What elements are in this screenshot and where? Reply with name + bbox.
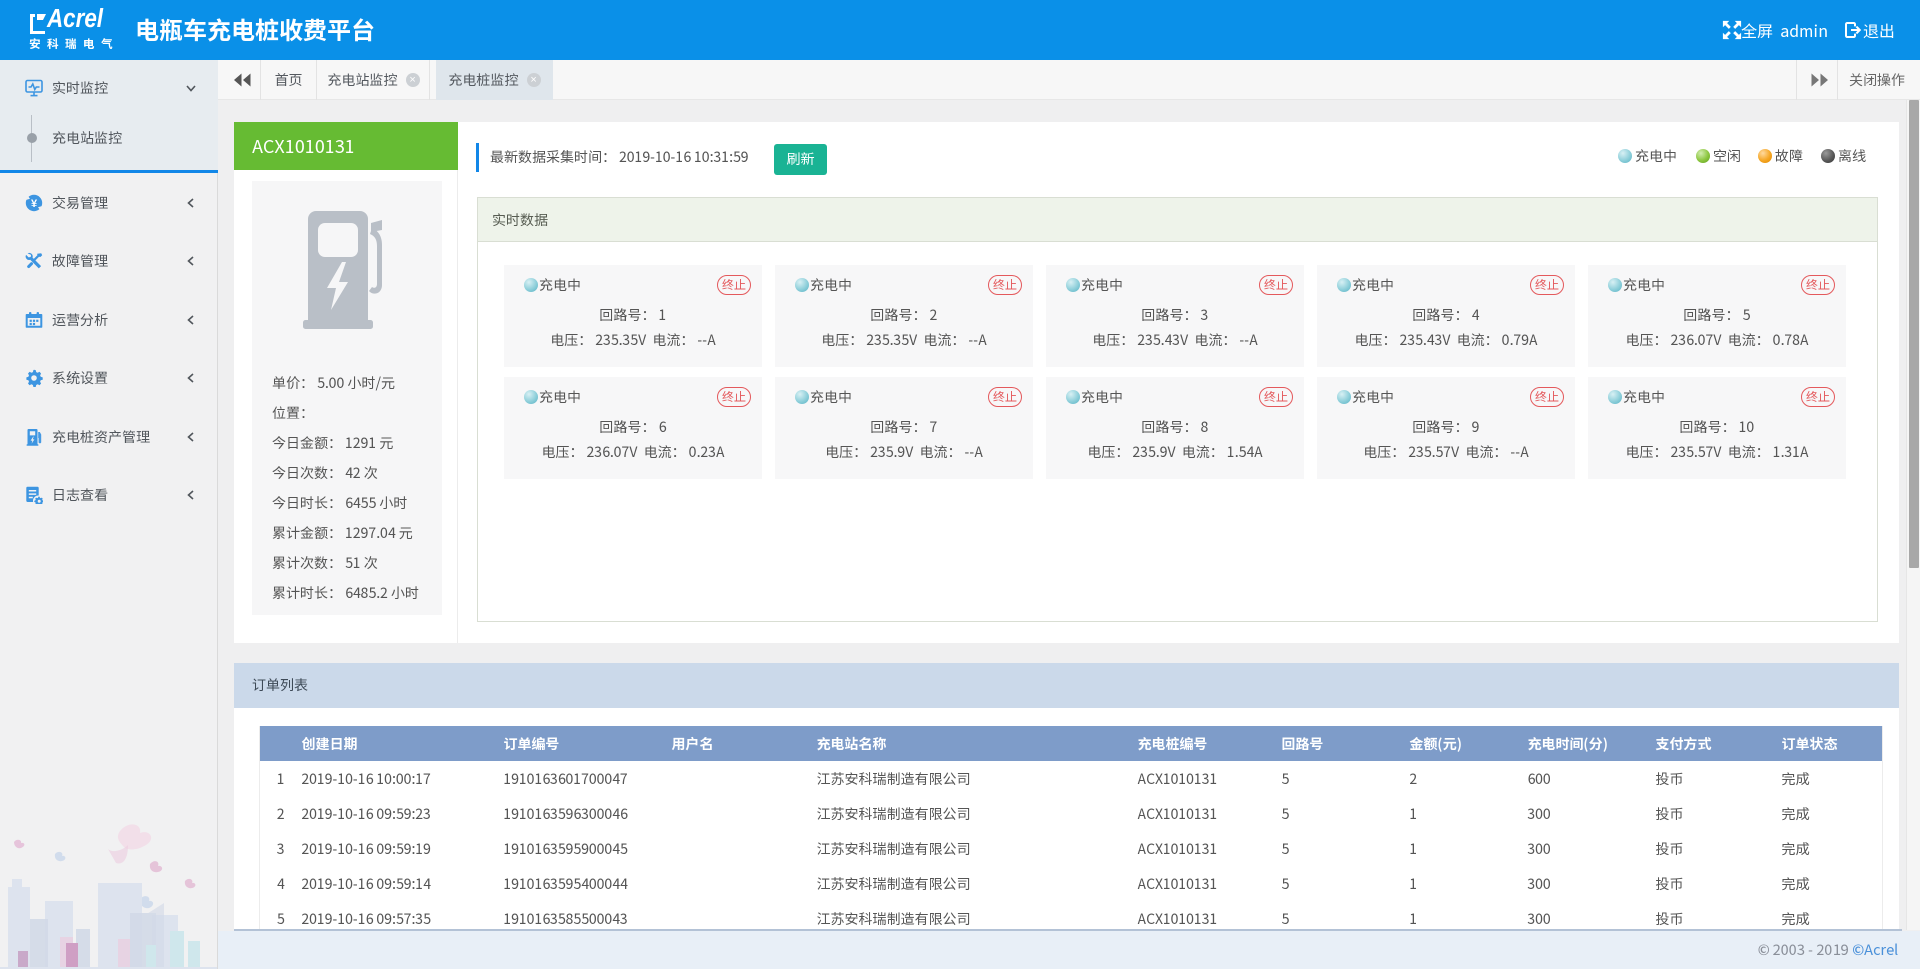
- svg-text:¥: ¥: [31, 195, 38, 211]
